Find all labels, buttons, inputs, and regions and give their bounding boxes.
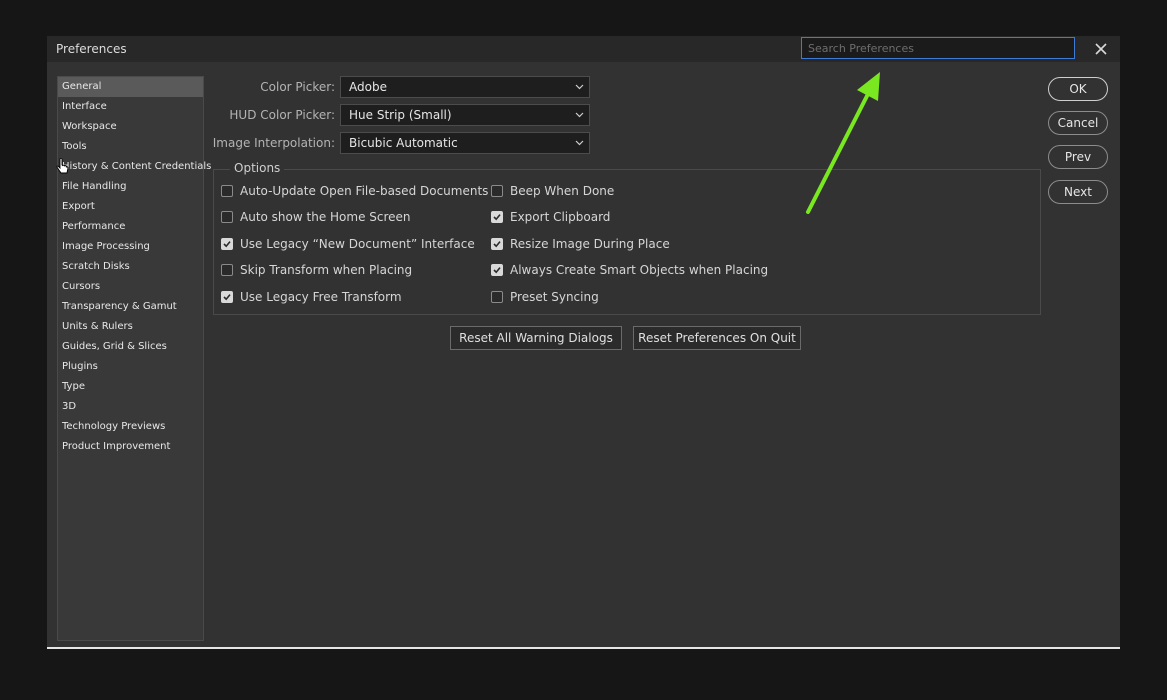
hand-cursor-icon	[56, 158, 69, 174]
annotation-arrow-icon	[806, 72, 880, 214]
